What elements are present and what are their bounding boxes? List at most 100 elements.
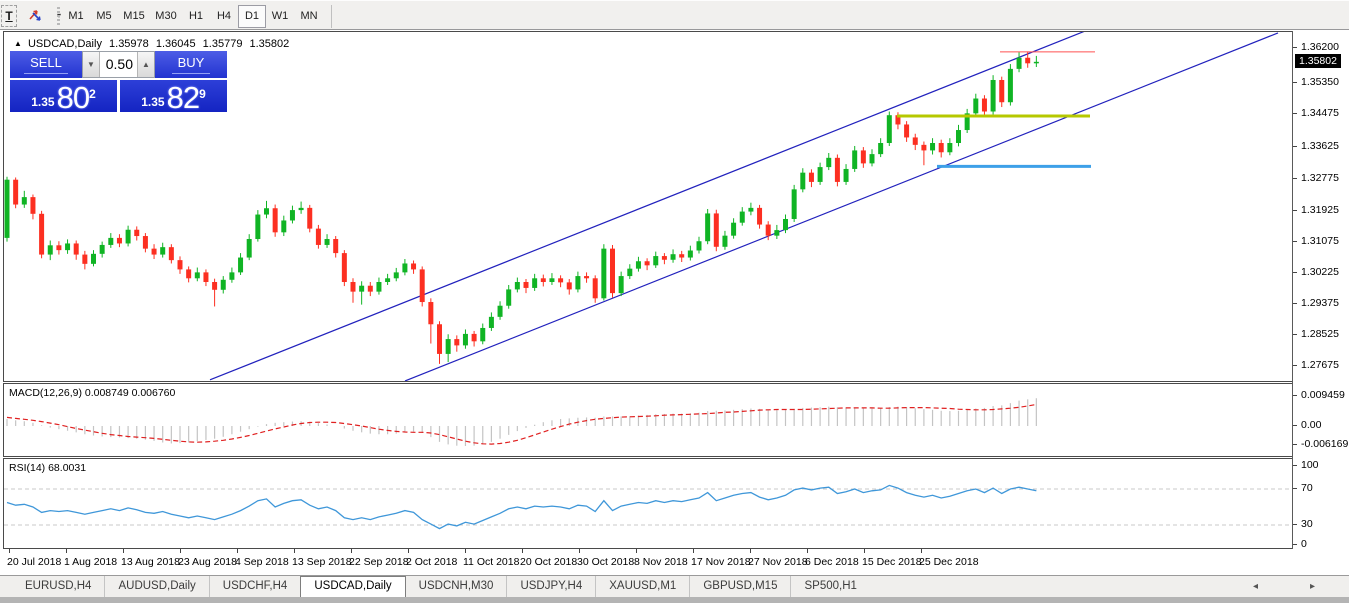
tab-scroll-right-icon[interactable]: ▸ xyxy=(1310,581,1315,592)
chart-tab-audusd-daily[interactable]: AUDUSD,Daily xyxy=(104,576,208,597)
price-axis-label-tick xyxy=(1293,178,1297,179)
time-axis-tick xyxy=(123,549,124,553)
timeframe-button-w1[interactable]: W1 xyxy=(266,5,294,28)
price-axis-label: 1.28525 xyxy=(1301,328,1339,340)
buy-price-box[interactable]: 1.35 82 9 xyxy=(120,80,227,112)
time-axis-label: 2 Oct 2018 xyxy=(406,556,457,568)
chart-tab-xauusd-m1[interactable]: XAUUSD,M1 xyxy=(595,576,689,597)
time-axis-tick xyxy=(807,549,808,553)
volume-spinner: ▼ 0.50 ▲ xyxy=(82,51,155,78)
chart-tab-usdcnh-m30[interactable]: USDCNH,M30 xyxy=(406,576,507,597)
timeframe-toolbar: M1M5M15M30H1H4D1W1MN xyxy=(62,4,332,28)
chart-tab-eurusd-h4[interactable]: EURUSD,H4 xyxy=(12,576,104,597)
current-price-tag: 1.35802 xyxy=(1295,54,1341,68)
toolbar: T ▾ M1M5M15M30H1H4D1W1MN xyxy=(0,0,1349,30)
time-axis-tick xyxy=(408,549,409,553)
time-axis-label: 30 Oct 2018 xyxy=(577,556,634,568)
trendline-channel-lower xyxy=(405,33,1278,381)
price-axis-label: 1.33625 xyxy=(1301,140,1339,152)
chart-header: ▲ USDCAD,Daily 1.35978 1.36045 1.35779 1… xyxy=(14,38,293,50)
sell-button[interactable]: SELL xyxy=(10,51,82,78)
ohlc-low: 1.35779 xyxy=(203,38,243,50)
rsi-axis-label: 100 xyxy=(1301,459,1319,471)
price-axis-label: 1.30225 xyxy=(1301,266,1339,278)
sell-price-box[interactable]: 1.35 80 2 xyxy=(10,80,117,112)
timeframe-button-mn[interactable]: MN xyxy=(294,5,324,28)
buy-button[interactable]: BUY xyxy=(155,51,227,78)
time-axis-tick xyxy=(294,549,295,553)
rsi-axis-label: 0 xyxy=(1301,538,1307,550)
price-axis-label-tick xyxy=(1293,334,1297,335)
time-axis-tick xyxy=(921,549,922,553)
time-axis-label: 20 Jul 2018 xyxy=(7,556,61,568)
price-axis[interactable]: 1.362001.353501.344751.336251.327751.319… xyxy=(1292,31,1349,549)
time-axis-tick xyxy=(465,549,466,553)
macd-axis-label: -0.006169 xyxy=(1301,438,1348,450)
text-tool-button[interactable]: T xyxy=(1,5,17,27)
timeframe-button-h4[interactable]: H4 xyxy=(210,5,238,28)
macd-axis-label-tick xyxy=(1293,444,1297,445)
trendline-channel-upper xyxy=(210,32,1085,380)
timeframe-button-m1[interactable]: M1 xyxy=(62,5,90,28)
time-axis-label: 6 Dec 2018 xyxy=(805,556,859,568)
ohlc-close: 1.35802 xyxy=(250,38,290,50)
sell-price-big: 80 xyxy=(57,85,89,110)
chart-tab-usdcad-daily[interactable]: USDCAD,Daily xyxy=(300,576,405,597)
collapse-triangle-icon[interactable]: ▲ xyxy=(14,39,22,48)
macd-panel[interactable]: MACD(12,26,9) 0.008749 0.006760 xyxy=(3,383,1293,457)
time-axis-tick xyxy=(9,549,10,553)
time-axis-tick xyxy=(66,549,67,553)
volume-decrease-button[interactable]: ▼ xyxy=(83,52,100,77)
price-axis-label: 1.27675 xyxy=(1301,359,1339,371)
spin-down-icon: ▼ xyxy=(87,60,95,69)
price-axis-label-tick xyxy=(1293,82,1297,83)
price-axis-label: 1.31075 xyxy=(1301,235,1339,247)
window-bottom-edge xyxy=(0,597,1349,603)
time-axis-tick xyxy=(351,549,352,553)
macd-axis-label-tick xyxy=(1293,425,1297,426)
price-axis-label-tick xyxy=(1293,210,1297,211)
rsi-panel[interactable]: RSI(14) 68.0031 xyxy=(3,458,1293,549)
time-axis-label: 15 Dec 2018 xyxy=(862,556,922,568)
sell-button-label: SELL xyxy=(24,55,68,74)
chart-panel[interactable]: ▲ USDCAD,Daily 1.35978 1.36045 1.35779 1… xyxy=(3,31,1293,382)
price-axis-label-tick xyxy=(1293,241,1297,242)
volume-increase-button[interactable]: ▲ xyxy=(137,52,154,77)
time-axis-tick xyxy=(237,549,238,553)
volume-input[interactable]: 0.50 xyxy=(100,52,137,77)
timeframe-button-h1[interactable]: H1 xyxy=(182,5,210,28)
price-axis-label: 1.31925 xyxy=(1301,204,1339,216)
macd-axis-label: 0.009459 xyxy=(1301,389,1345,401)
time-axis-label: 23 Aug 2018 xyxy=(178,556,237,568)
timeframe-button-d1[interactable]: D1 xyxy=(238,5,266,28)
time-axis-tick xyxy=(522,549,523,553)
price-axis-label-tick xyxy=(1293,47,1297,48)
chart-tab-usdchf-h4[interactable]: USDCHF,H4 xyxy=(209,576,301,597)
rsi-axis-label: 70 xyxy=(1301,482,1313,494)
price-axis-label: 1.32775 xyxy=(1301,172,1339,184)
chart-tab-usdjpy-h4[interactable]: USDJPY,H4 xyxy=(506,576,595,597)
arrows-icon xyxy=(27,7,43,23)
sell-price-prefix: 1.35 xyxy=(31,95,54,110)
macd-axis-label-tick xyxy=(1293,395,1297,396)
toolbar-grip[interactable] xyxy=(57,7,60,25)
time-axis-tick xyxy=(750,549,751,553)
timeframe-button-m30[interactable]: M30 xyxy=(150,5,182,28)
chart-tab-gbpusd-m15[interactable]: GBPUSD,M15 xyxy=(689,576,790,597)
rsi-axis-label-tick xyxy=(1293,488,1297,489)
chart-tab-sp500-h1[interactable]: SP500,H1 xyxy=(790,576,869,597)
timeframe-button-m5[interactable]: M5 xyxy=(90,5,118,28)
time-axis-label: 13 Aug 2018 xyxy=(121,556,180,568)
price-axis-label-tick xyxy=(1293,146,1297,147)
time-axis-label: 11 Oct 2018 xyxy=(463,556,519,568)
chart-symbol-label: USDCAD,Daily xyxy=(28,38,102,50)
macd-label: MACD(12,26,9) 0.008749 0.006760 xyxy=(9,387,175,399)
tab-scroll-left-icon[interactable]: ◂ xyxy=(1253,581,1258,592)
time-axis-tick xyxy=(180,549,181,553)
time-axis-label: 8 Nov 2018 xyxy=(634,556,688,568)
time-axis[interactable]: 20 Jul 20181 Aug 201813 Aug 201823 Aug 2… xyxy=(3,549,1293,575)
timeframe-button-m15[interactable]: M15 xyxy=(118,5,150,28)
rsi-axis-label-tick xyxy=(1293,544,1297,545)
time-axis-tick xyxy=(636,549,637,553)
rsi-axis-label: 30 xyxy=(1301,518,1313,530)
